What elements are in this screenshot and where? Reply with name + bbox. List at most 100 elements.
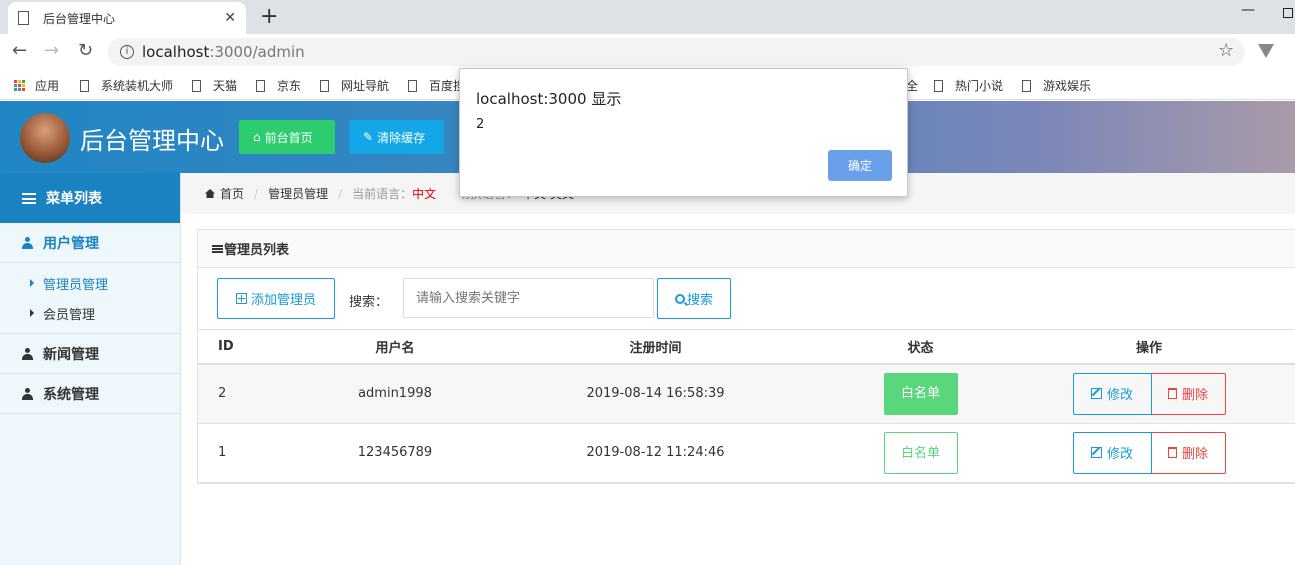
bookmark-item[interactable]: 网址导航 bbox=[320, 77, 389, 94]
caret-right-icon bbox=[30, 309, 34, 317]
home-button-label: 前台首页 bbox=[264, 130, 313, 145]
page-icon bbox=[320, 79, 329, 92]
trash-icon bbox=[1167, 447, 1177, 458]
trash-icon bbox=[1167, 388, 1177, 400]
bookmark-item[interactable]: 系统装机大师 bbox=[80, 77, 173, 94]
user-icon bbox=[22, 236, 33, 249]
home-icon bbox=[205, 189, 215, 198]
panel-toolbar: 添加管理员 搜索： 搜索 bbox=[198, 268, 1295, 330]
status-badge[interactable]: 白名单 bbox=[883, 372, 958, 415]
sidebar-item-admin[interactable]: 管理员管理 bbox=[0, 268, 180, 298]
clear-cache-button[interactable]: ✎ 清除缓存 bbox=[349, 120, 444, 154]
search-icon bbox=[674, 293, 685, 304]
page-icon bbox=[80, 79, 89, 92]
delete-button[interactable]: 删除 bbox=[1151, 431, 1226, 474]
sidebar-submenu: 管理员管理 会员管理 bbox=[0, 263, 180, 334]
column-header-actions: 操作 bbox=[1002, 330, 1295, 365]
bookmark-label: 京东 bbox=[277, 79, 302, 93]
cell-time: 2019-08-14 16:58:39 bbox=[472, 364, 839, 424]
dialog-message: 2 bbox=[476, 117, 485, 132]
cell-id: 1 bbox=[198, 423, 318, 483]
table-row: 2 admin1998 2019-08-14 16:58:39 白名单 修改 删… bbox=[198, 364, 1295, 424]
home-button[interactable]: ⌂ 前台首页 bbox=[239, 120, 335, 154]
breadcrumb-section[interactable]: 管理员管理 bbox=[268, 185, 328, 202]
page-icon bbox=[192, 79, 201, 92]
home-icon: ⌂ bbox=[253, 130, 261, 144]
user-icon bbox=[22, 387, 33, 400]
list-icon bbox=[212, 244, 223, 253]
bookmark-item[interactable]: 热门小说 bbox=[934, 77, 1003, 94]
status-badge[interactable]: 白名单 bbox=[883, 431, 958, 474]
tab-close-icon[interactable]: ✕ bbox=[224, 10, 236, 26]
alert-dialog: localhost:3000 显示 2 确定 bbox=[459, 68, 908, 197]
cell-username: admin1998 bbox=[318, 364, 472, 424]
clear-cache-label: 清除缓存 bbox=[377, 130, 426, 145]
page-icon bbox=[1022, 79, 1031, 92]
edit-button[interactable]: 修改 bbox=[1072, 431, 1152, 474]
delete-label: 删除 bbox=[1181, 388, 1208, 404]
browser-tab[interactable]: 后台管理中心 ✕ bbox=[8, 2, 246, 34]
page-icon bbox=[18, 11, 29, 25]
bookmark-item[interactable]: 游戏娱乐 bbox=[1022, 77, 1091, 94]
edit-label: 修改 bbox=[1106, 388, 1133, 404]
user-icon bbox=[22, 347, 33, 360]
bookmark-label: 天猫 bbox=[213, 79, 238, 93]
column-header-status: 状态 bbox=[839, 330, 1002, 365]
url-field[interactable]: i localhost:3000/admin bbox=[108, 38, 1245, 66]
sidebar-title: 菜单列表 bbox=[46, 191, 102, 207]
extension-icon[interactable] bbox=[1258, 44, 1274, 58]
bookmark-label: 游戏娱乐 bbox=[1043, 79, 1092, 93]
delete-button[interactable]: 删除 bbox=[1151, 372, 1226, 415]
sidebar: 菜单列表 用户管理 管理员管理 会员管理 新闻管理 系统管理 bbox=[0, 173, 181, 565]
add-admin-label: 添加管理员 bbox=[250, 293, 316, 308]
admin-table: ID 用户名 注册时间 状态 操作 2 admin1998 2019-08-14… bbox=[198, 330, 1295, 483]
sidebar-group-label: 新闻管理 bbox=[43, 346, 99, 363]
edit-button[interactable]: 修改 bbox=[1072, 372, 1152, 415]
cell-actions: 修改 删除 bbox=[1002, 423, 1295, 483]
cell-time: 2019-08-12 11:24:46 bbox=[472, 423, 839, 483]
bookmark-label: 网址导航 bbox=[341, 79, 390, 93]
sidebar-item-label: 会员管理 bbox=[43, 307, 96, 323]
info-icon[interactable]: i bbox=[120, 45, 134, 59]
sidebar-group-news[interactable]: 新闻管理 bbox=[0, 334, 180, 374]
forward-icon[interactable]: → bbox=[44, 40, 59, 61]
bookmark-label: 热门小说 bbox=[955, 79, 1004, 93]
breadcrumb-separator: / bbox=[338, 186, 343, 201]
bookmark-star-icon[interactable]: ☆ bbox=[1218, 40, 1234, 61]
sidebar-group-user[interactable]: 用户管理 bbox=[0, 223, 180, 263]
bookmark-apps[interactable]: 应用 bbox=[14, 77, 59, 94]
add-admin-button[interactable]: 添加管理员 bbox=[217, 278, 335, 319]
search-input[interactable] bbox=[403, 278, 654, 318]
breadcrumb-separator: / bbox=[254, 186, 259, 201]
admin-list-panel: 管理员列表 添加管理员 搜索： 搜索 ID 用户名 注册时间 状态 操作 2 a… bbox=[197, 229, 1295, 484]
bookmark-item[interactable]: 京东 bbox=[256, 77, 301, 94]
breadcrumb-home[interactable]: 首页 bbox=[220, 185, 244, 202]
edit-label: 修改 bbox=[1106, 447, 1133, 462]
app-title: 后台管理中心 bbox=[80, 127, 224, 155]
wrench-icon: ✎ bbox=[363, 130, 374, 144]
new-tab-icon[interactable]: + bbox=[260, 4, 278, 29]
bookmark-item[interactable]: 百度搜 bbox=[408, 77, 465, 94]
dialog-ok-button[interactable]: 确定 bbox=[828, 150, 892, 181]
minimize-icon[interactable]: — bbox=[1241, 2, 1255, 18]
back-icon[interactable]: ← bbox=[12, 40, 27, 61]
page-icon bbox=[408, 79, 417, 92]
current-language-value: 中文 bbox=[412, 187, 437, 201]
address-bar-row: ← → ↻ i localhost:3000/admin ☆ bbox=[0, 34, 1295, 70]
sidebar-group-system[interactable]: 系统管理 bbox=[0, 374, 180, 414]
plus-square-icon bbox=[235, 293, 247, 304]
search-button[interactable]: 搜索 bbox=[657, 278, 731, 319]
sidebar-item-member[interactable]: 会员管理 bbox=[0, 298, 180, 328]
maximize-icon[interactable] bbox=[1283, 8, 1293, 18]
reload-icon[interactable]: ↻ bbox=[78, 40, 93, 61]
page-icon bbox=[934, 79, 943, 92]
url-host: localhost bbox=[142, 43, 210, 61]
bookmark-item[interactable]: 天猫 bbox=[192, 77, 237, 94]
page-icon bbox=[256, 79, 265, 92]
current-language-label: 当前语言： bbox=[352, 187, 413, 201]
cell-actions: 修改 删除 bbox=[1002, 364, 1295, 424]
sidebar-header: 菜单列表 bbox=[0, 173, 180, 223]
delete-label: 删除 bbox=[1181, 447, 1208, 462]
cell-id: 2 bbox=[198, 364, 318, 424]
column-header-id: ID bbox=[198, 330, 318, 365]
